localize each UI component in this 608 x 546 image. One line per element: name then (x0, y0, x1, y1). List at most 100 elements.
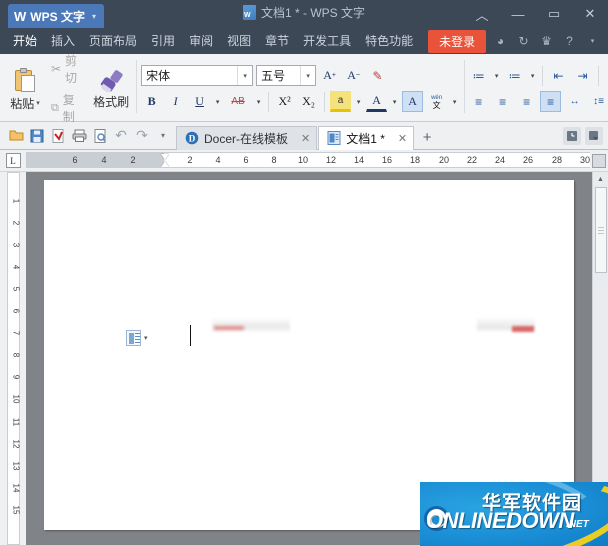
chevron-down-icon[interactable]: ▾ (144, 334, 148, 342)
open-icon[interactable] (6, 125, 26, 146)
font-name-combo[interactable]: 宋体 ▾ (141, 65, 253, 86)
print-preview-icon[interactable] (90, 125, 110, 146)
vertical-scrollbar-thumb[interactable] (595, 187, 607, 273)
clear-formatting-button[interactable]: ✎ (367, 65, 388, 86)
ribbon-tab-view[interactable]: 视图 (220, 29, 258, 53)
font-row-1: 宋体 ▾ 五号 ▾ A+ A− ✎ (141, 63, 459, 89)
chevron-down-icon[interactable]: ▾ (213, 91, 222, 112)
tab-stop-selector-glyph: L (6, 153, 21, 168)
grow-font-sup: + (332, 72, 336, 79)
tab-document1[interactable]: 文档1 * ✕ (318, 126, 414, 150)
chevron-down-icon[interactable]: ▾ (92, 12, 96, 21)
collapse-ribbon-button[interactable]: ︿ (464, 0, 500, 28)
tab-stop-selector[interactable]: L (0, 150, 26, 171)
grow-font-button[interactable]: A+ (319, 65, 340, 86)
minimize-button[interactable]: — (500, 0, 536, 28)
ribbon-tab-review[interactable]: 审阅 (182, 29, 220, 53)
phonetic-bottom: 文 (433, 102, 441, 110)
ribbon-tab-insert[interactable]: 插入 (44, 29, 82, 53)
export-pdf-icon[interactable] (48, 125, 68, 146)
decrease-indent-button[interactable]: ⇤ (548, 65, 569, 86)
paste-options-smart-tag[interactable]: ▾ (126, 330, 148, 346)
character-border-button[interactable]: A (402, 91, 423, 112)
chevron-down-icon[interactable]: ▾ (254, 91, 263, 112)
chevron-down-icon[interactable]: ▾ (450, 91, 459, 112)
increase-indent-button[interactable]: ⇥ (572, 65, 593, 86)
horizontal-ruler-row: L 6 4 2 2 4 6 8 10 12 14 16 18 20 22 24 … (0, 150, 608, 172)
chevron-down-icon[interactable]: ▾ (390, 91, 399, 112)
italic-button[interactable]: I (165, 91, 186, 112)
font-color-button[interactable]: A (366, 91, 387, 112)
chevron-down-icon[interactable]: ▾ (36, 99, 40, 107)
sort-button[interactable]: A↓ (604, 65, 608, 86)
align-right-button[interactable]: ≡ (516, 91, 537, 112)
superscript-button[interactable]: X² (274, 91, 295, 112)
tab-list-icon[interactable] (585, 127, 603, 145)
distribute-button[interactable]: ↔ (564, 91, 585, 112)
cut-button[interactable]: ✂ 剪切 (48, 51, 88, 87)
tab-label: Docer-在线模板 (204, 130, 288, 147)
document-page[interactable]: ▾ (44, 180, 574, 530)
bold-button[interactable]: B (141, 91, 162, 112)
format-painter-button[interactable]: 格式刷 (90, 56, 132, 121)
wps-app-tab[interactable]: W WPS 文字 ▾ (8, 4, 104, 28)
ribbon-tab-special-features[interactable]: 特色功能 (358, 29, 420, 53)
tab-docer-online-templates[interactable]: D Docer-在线模板 ✕ (176, 126, 317, 150)
redo-icon[interactable]: ↷ (132, 125, 152, 146)
docer-icon: D (185, 131, 199, 145)
chevron-down-icon[interactable]: ▾ (237, 66, 252, 85)
chevron-down-icon[interactable]: ▾ (354, 91, 363, 112)
login-button[interactable]: 未登录 (428, 30, 486, 53)
close-icon[interactable]: ✕ (398, 132, 407, 145)
refresh-icon[interactable]: ↻ (516, 34, 531, 49)
ruler-tick: 2 (8, 221, 21, 225)
new-tab-button[interactable]: + (415, 126, 439, 150)
highlight-button[interactable]: a (330, 91, 351, 112)
globe-icon[interactable]: ◕ (493, 34, 508, 49)
chevron-down-icon[interactable]: ▾ (528, 65, 537, 86)
close-icon[interactable]: ✕ (301, 132, 310, 145)
save-icon[interactable] (27, 125, 47, 146)
wps-logo-icon: W (14, 10, 25, 23)
customize-qat-icon[interactable]: ▾ (153, 125, 173, 146)
bullet-list-button[interactable]: ≔ (468, 65, 489, 86)
ruler-tick: 26 (523, 155, 533, 165)
skin-icon[interactable]: ♛ (539, 34, 554, 49)
font-size-combo[interactable]: 五号 ▾ (256, 65, 316, 86)
align-center-button[interactable]: ≡ (492, 91, 513, 112)
watermark-en-text: ONLINEDOWN (426, 508, 574, 534)
close-button[interactable]: ✕ (572, 0, 608, 28)
strikethrough-button[interactable]: AB (225, 91, 251, 112)
line-spacing-button[interactable]: ↕≡ (588, 91, 608, 112)
ruler-tick: 6 (8, 309, 21, 313)
chevron-down-icon[interactable]: ▾ (492, 65, 501, 86)
scroll-up-arrow[interactable]: ▲ (593, 172, 608, 186)
help-icon[interactable]: ? (562, 34, 577, 49)
phonetic-guide-button[interactable]: wén 文 (426, 91, 447, 112)
undo-icon[interactable]: ↶ (111, 125, 131, 146)
justify-button[interactable]: ≡ (540, 91, 561, 112)
paragraph-row-1: ≔ ▾ ≔ ▾ ⇤ ⇥ A↓ ▾ ▦ (468, 63, 608, 89)
site-watermark: 华军软件园 ONLINEDOWN .NET (420, 482, 608, 546)
ribbon-group-paragraph: ≔ ▾ ≔ ▾ ⇤ ⇥ A↓ ▾ ▦ ≡ ≡ ≡ ≡ ↔ ↕≡ ▾ ▨ (464, 56, 608, 121)
align-left-button[interactable]: ≡ (468, 91, 489, 112)
ribbon-tab-sections[interactable]: 章节 (258, 29, 296, 53)
vertical-ruler[interactable]: 1 2 3 4 5 6 7 8 9 10 11 12 13 14 15 (0, 172, 26, 545)
shrink-font-button[interactable]: A− (343, 65, 364, 86)
ribbon-tab-references[interactable]: 引用 (144, 29, 182, 53)
horizontal-ruler[interactable]: 6 4 2 2 4 6 8 10 12 14 16 18 20 22 24 26… (26, 152, 590, 168)
ruler-end-control[interactable] (590, 150, 608, 171)
help-caret-icon[interactable]: ▾ (585, 34, 600, 49)
ribbon-tab-page-layout[interactable]: 页面布局 (82, 29, 144, 53)
numbered-list-button[interactable]: ≔ (504, 65, 525, 86)
maximize-button[interactable]: ▭ (536, 0, 572, 28)
chevron-down-icon[interactable]: ▾ (300, 66, 315, 85)
title-bar: W WPS 文字 ▾ 文档1 * - WPS 文字 ︿ — ▭ ✕ (0, 0, 608, 28)
subscript-button[interactable]: X₂ (298, 91, 319, 112)
history-icon[interactable] (563, 127, 581, 145)
ribbon-tab-developer[interactable]: 开发工具 (296, 29, 358, 53)
underline-button[interactable]: U (189, 91, 210, 112)
ribbon-tab-start[interactable]: 开始 (6, 29, 44, 53)
paste-button[interactable]: 粘贴 ▾ (4, 56, 46, 121)
print-icon[interactable] (69, 125, 89, 146)
